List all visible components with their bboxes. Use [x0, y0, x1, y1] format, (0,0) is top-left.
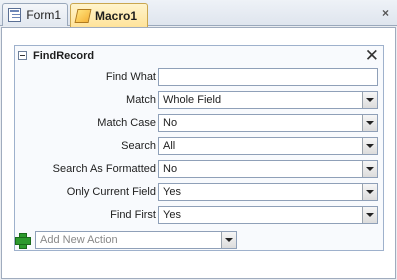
search-value: All [163, 140, 176, 152]
match-case-value: No [163, 117, 178, 129]
argument-label-match-case: Match Case [97, 117, 156, 129]
action-block-findrecord: FindRecord ✕ Find What Match Whole Field… [14, 45, 384, 251]
tab-macro1-label: Macro1 [95, 8, 138, 23]
delete-action-icon[interactable]: ✕ [365, 46, 379, 66]
find-what-input[interactable] [158, 68, 378, 86]
argument-label-match: Match [126, 94, 156, 106]
argument-row: Find What [15, 68, 383, 87]
match-case-select[interactable]: No [158, 114, 378, 132]
tab-macro1[interactable]: Macro1 [70, 3, 148, 27]
find-first-value: Yes [163, 209, 181, 221]
form-icon [8, 8, 22, 22]
plus-icon [15, 233, 31, 249]
argument-row: Find First Yes [15, 206, 383, 225]
argument-row: Match Whole Field [15, 91, 383, 110]
action-title: FindRecord [33, 50, 95, 62]
add-new-action-placeholder: Add New Action [40, 234, 118, 246]
close-tab-icon[interactable]: × [382, 6, 389, 20]
chevron-down-icon[interactable] [362, 207, 377, 223]
find-first-select[interactable]: Yes [158, 206, 378, 224]
argument-row: Only Current Field Yes [15, 183, 383, 202]
add-new-action-row: Add New Action [14, 231, 254, 249]
chevron-down-icon[interactable] [362, 115, 377, 131]
chevron-down-icon[interactable] [221, 232, 236, 248]
chevron-down-icon[interactable] [362, 92, 377, 108]
search-as-formatted-select[interactable]: No [158, 160, 378, 178]
add-new-action-select[interactable]: Add New Action [35, 231, 237, 249]
chevron-down-icon[interactable] [362, 138, 377, 154]
argument-label-find-first: Find First [110, 209, 156, 221]
macro-icon [74, 8, 92, 23]
tab-form1-label: Form1 [26, 8, 61, 22]
argument-label-find-what: Find What [105, 71, 156, 83]
match-value: Whole Field [163, 94, 222, 106]
action-header: FindRecord ✕ [15, 46, 383, 66]
search-select[interactable]: All [158, 137, 378, 155]
argument-row: Match Case No [15, 114, 383, 133]
argument-label-search: Search [121, 140, 156, 152]
macro-design-canvas: FindRecord ✕ Find What Match Whole Field… [1, 27, 396, 279]
only-current-field-value: Yes [163, 186, 181, 198]
match-select[interactable]: Whole Field [158, 91, 378, 109]
tab-form1[interactable]: Form1 [2, 3, 68, 26]
argument-label-only-current-field: Only Current Field [66, 186, 156, 198]
collapse-icon[interactable] [18, 51, 27, 60]
chevron-down-icon[interactable] [362, 161, 377, 177]
argument-row: Search As Formatted No [15, 160, 383, 179]
chevron-down-icon[interactable] [362, 184, 377, 200]
argument-label-search-as-formatted: Search As Formatted [52, 163, 156, 175]
argument-row: Search All [15, 137, 383, 156]
search-as-formatted-value: No [163, 163, 178, 175]
document-tab-bar: Form1 Macro1 × [0, 0, 397, 27]
only-current-field-select[interactable]: Yes [158, 183, 378, 201]
